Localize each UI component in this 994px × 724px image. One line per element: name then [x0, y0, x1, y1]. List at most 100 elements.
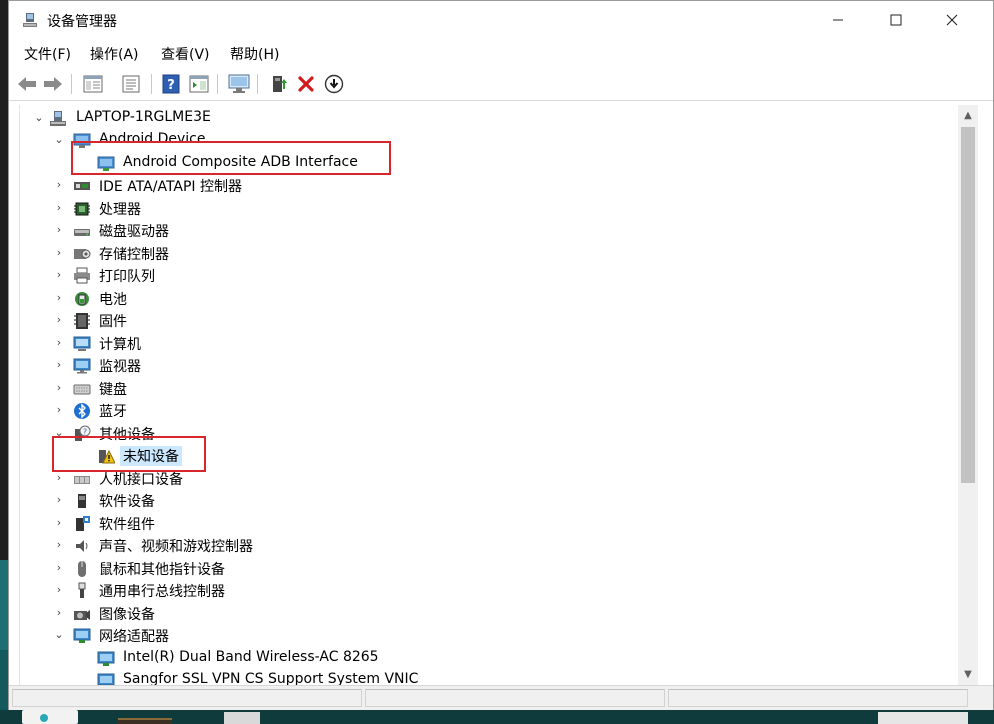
- chevron-right-icon[interactable]: ›: [53, 538, 65, 552]
- tree-category-item[interactable]: › 软件组件: [20, 512, 959, 534]
- chevron-right-icon[interactable]: ›: [53, 381, 65, 395]
- tree-item-label: 监视器: [99, 359, 141, 375]
- svg-text:?: ?: [167, 78, 175, 93]
- chevron-right-icon[interactable]: ›: [53, 246, 65, 260]
- tree-category-item[interactable]: › 磁盘驱动器: [20, 219, 959, 241]
- software-component-icon: [76, 515, 90, 531]
- scroll-up-arrow-icon[interactable]: ▲: [958, 107, 978, 124]
- vertical-scrollbar[interactable]: ▲ ▼: [958, 105, 978, 685]
- chevron-down-icon[interactable]: ⌄: [53, 628, 65, 642]
- monitor-scan-icon: [228, 74, 250, 93]
- tree-category-item[interactable]: ⌄ 网络适配器: [20, 624, 959, 646]
- tree-device-item[interactable]: Intel(R) Dual Band Wireless-AC 8265: [20, 647, 959, 669]
- tree-category-item[interactable]: › 计算机: [20, 332, 959, 354]
- tree-category-item[interactable]: › 鼠标和其他指针设备: [20, 557, 959, 579]
- chevron-right-icon[interactable]: ›: [53, 178, 65, 192]
- tree-category-item[interactable]: › 处理器: [20, 197, 959, 219]
- tree-item-label: 固件: [99, 314, 127, 330]
- scrollbar-thumb[interactable]: [961, 127, 975, 483]
- title-bar[interactable]: 设备管理器: [9, 1, 993, 39]
- taskbar-app[interactable]: [878, 712, 968, 724]
- tree-category-item[interactable]: › 通用串行总线控制器: [20, 579, 959, 601]
- disable-device-button[interactable]: [322, 72, 346, 96]
- menu-view[interactable]: 查看(V): [161, 44, 210, 64]
- update-driver-icon: [273, 76, 287, 92]
- action-pane-button[interactable]: [187, 72, 211, 96]
- annotation-box-adb: [71, 141, 391, 175]
- status-cell: [12, 689, 362, 707]
- device-manager-window: 设备管理器 文件(F) 操作(A) 查看(V) 帮助(H) ? ⌄ LAPTOP…: [8, 0, 994, 710]
- chevron-right-icon[interactable]: ›: [53, 516, 65, 530]
- tree-category-item[interactable]: › 监视器: [20, 354, 959, 376]
- chevron-right-icon[interactable]: ›: [53, 336, 65, 350]
- chevron-right-icon[interactable]: ›: [53, 291, 65, 305]
- device-tree[interactable]: ⌄ LAPTOP-1RGLME3E ⌄ Android Device Android…: [19, 105, 959, 685]
- network-adapter-icon: [73, 628, 91, 643]
- usb-icon: [78, 582, 86, 598]
- window-title: 设备管理器: [47, 14, 117, 30]
- imaging-device-icon: [74, 609, 90, 620]
- close-icon: [946, 14, 958, 26]
- processor-icon: [74, 202, 90, 215]
- maximize-button[interactable]: [873, 1, 919, 39]
- keyboard-icon: [73, 384, 91, 394]
- update-driver-button[interactable]: [267, 72, 291, 96]
- tree-item-label: 磁盘驱动器: [99, 224, 169, 240]
- status-bar: [9, 685, 993, 710]
- help-button[interactable]: ?: [159, 72, 183, 96]
- chevron-right-icon[interactable]: ›: [53, 606, 65, 620]
- ide-controller-icon: [74, 182, 90, 190]
- tree-root[interactable]: ⌄ LAPTOP-1RGLME3E: [20, 107, 959, 129]
- bluetooth-icon: [74, 403, 90, 419]
- chevron-right-icon[interactable]: ›: [53, 403, 65, 417]
- tree-category-item[interactable]: › 固件: [20, 309, 959, 331]
- taskbar-app[interactable]: [118, 718, 172, 724]
- tree-category-item[interactable]: › 电池: [20, 287, 959, 309]
- taskbar-app[interactable]: [224, 712, 260, 724]
- close-button[interactable]: [929, 1, 975, 39]
- chevron-right-icon[interactable]: ›: [53, 268, 65, 282]
- tree-category-item[interactable]: › IDE ATA/ATAPI 控制器: [20, 174, 959, 196]
- uninstall-device-button[interactable]: [294, 72, 318, 96]
- chevron-right-icon[interactable]: ›: [53, 223, 65, 237]
- tree-item-label: 软件组件: [99, 516, 155, 533]
- tree-category-item[interactable]: › 存储控制器: [20, 242, 959, 264]
- software-device-icon: [78, 494, 86, 508]
- chevron-right-icon[interactable]: ›: [53, 583, 65, 597]
- tree-item-label: 存储控制器: [99, 246, 169, 263]
- minimize-button[interactable]: [815, 1, 861, 39]
- tree-category-item[interactable]: › 声音、视频和游戏控制器: [20, 534, 959, 556]
- properties-pane-button[interactable]: [81, 72, 105, 96]
- tree-category-item[interactable]: › 打印队列: [20, 264, 959, 286]
- chevron-right-icon[interactable]: ›: [53, 471, 65, 485]
- tree-item-label: 声音、视频和游戏控制器: [99, 539, 253, 555]
- menu-action[interactable]: 操作(A): [90, 44, 139, 64]
- chevron-right-icon[interactable]: ›: [53, 561, 65, 575]
- scan-hardware-button[interactable]: [227, 72, 251, 96]
- back-button[interactable]: [15, 72, 39, 96]
- tree-category-item[interactable]: › 图像设备: [20, 602, 959, 624]
- scroll-down-arrow-icon[interactable]: ▼: [958, 666, 978, 683]
- forward-button[interactable]: [41, 72, 65, 96]
- tree-category-item[interactable]: › 蓝牙: [20, 399, 959, 421]
- network-adapter-device-icon: [97, 673, 115, 685]
- help-icon: ?: [162, 74, 180, 94]
- chevron-right-icon[interactable]: ›: [53, 493, 65, 507]
- minimize-icon: [833, 19, 843, 21]
- chevron-right-icon[interactable]: ›: [53, 358, 65, 372]
- taskbar-app[interactable]: [22, 710, 78, 724]
- chevron-right-icon[interactable]: ›: [53, 201, 65, 215]
- tree-item-label: 网络适配器: [99, 629, 169, 645]
- tree-category-item[interactable]: › 键盘: [20, 377, 959, 399]
- tree-category-item[interactable]: › 软件设备: [20, 489, 959, 511]
- chevron-down-icon[interactable]: ⌄: [53, 133, 65, 147]
- chevron-down-icon[interactable]: ⌄: [33, 111, 45, 125]
- tree-device-item[interactable]: Sangfor SSL VPN CS Support System VNIC: [20, 669, 959, 685]
- menu-help[interactable]: 帮助(H): [230, 44, 279, 64]
- maximize-icon: [890, 14, 902, 26]
- computer-icon: [73, 336, 91, 351]
- show-hidden-button[interactable]: [119, 72, 143, 96]
- action-pane-icon: [189, 75, 209, 93]
- chevron-right-icon[interactable]: ›: [53, 313, 65, 327]
- menu-file[interactable]: 文件(F): [24, 44, 71, 64]
